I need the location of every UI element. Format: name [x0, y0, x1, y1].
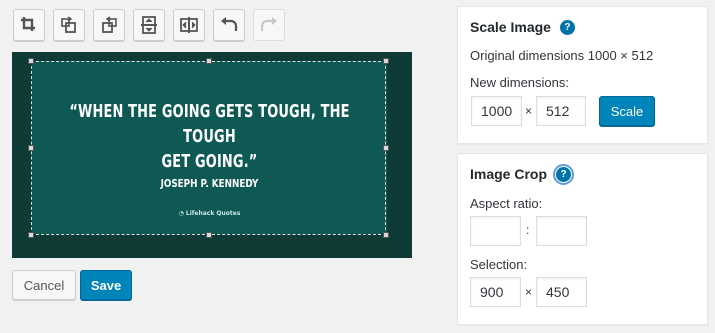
scale-height-input[interactable]: 512 [536, 96, 586, 126]
flip-horizontal-button[interactable] [173, 9, 205, 41]
selection-height-input[interactable]: 450 [536, 277, 587, 307]
scale-image-panel: Scale Image ? Original dimensions 1000 ×… [457, 6, 708, 144]
help-icon[interactable]: ? [559, 19, 575, 35]
quote-text: “WHEN THE GOING GETS TOUGH, THE TOUGH GE… [68, 99, 352, 174]
image-crop-panel: Image Crop ? Aspect ratio: : Selection: … [457, 153, 708, 325]
image-edit-toolbar [13, 9, 285, 41]
crop-button[interactable] [13, 9, 45, 41]
help-icon[interactable]: ? [553, 163, 575, 185]
image-crop-title: Image Crop [470, 166, 548, 182]
scale-image-heading: Scale Image ? [470, 19, 575, 35]
times-separator: × [525, 285, 533, 299]
quote-line-1: “WHEN THE GOING GETS TOUGH, THE TOUGH [69, 101, 350, 147]
quote-image: “WHEN THE GOING GETS TOUGH, THE TOUGH GE… [32, 61, 387, 234]
aspect-width-input[interactable] [470, 216, 521, 246]
brand-text: Lifehack Quotes [185, 210, 241, 217]
rotate-left-icon [61, 16, 76, 33]
brand-watermark: ◔ Lifehack Quotes [32, 210, 387, 217]
brand-logo-icon: ◔ [178, 210, 186, 217]
scale-button[interactable]: Scale [599, 96, 655, 126]
aspect-ratio-label: Aspect ratio: [470, 196, 543, 211]
quote-author: JOSEPH P. KENNEDY [160, 177, 259, 190]
selection-label: Selection: [470, 257, 528, 272]
scale-width-input[interactable]: 1000 [471, 96, 522, 126]
quote-line-2: GET GOING.” [161, 151, 258, 172]
new-dimensions-label: New dimensions: [470, 75, 569, 90]
flip-vertical-button[interactable] [133, 9, 165, 41]
crop-icon [21, 17, 35, 31]
scale-image-title: Scale Image [470, 19, 551, 35]
rotate-right-button[interactable] [93, 9, 125, 41]
aspect-separator: : [526, 223, 530, 237]
flip-vertical-icon [141, 16, 157, 34]
save-button[interactable]: Save [80, 270, 132, 300]
rotate-left-button[interactable] [53, 9, 85, 41]
redo-button[interactable] [253, 9, 285, 41]
original-dimensions: Original dimensions 1000 × 512 [470, 48, 654, 63]
flip-horizontal-icon [180, 17, 198, 33]
cancel-button[interactable]: Cancel [12, 270, 76, 300]
selection-width-input[interactable]: 900 [470, 277, 521, 307]
image-crop-heading: Image Crop ? [470, 163, 575, 185]
times-separator: × [525, 104, 533, 118]
redo-icon [260, 17, 277, 31]
undo-icon [221, 17, 238, 31]
image-preview[interactable]: “WHEN THE GOING GETS TOUGH, THE TOUGH GE… [12, 52, 412, 258]
rotate-right-icon [102, 16, 117, 33]
aspect-height-input[interactable] [536, 216, 587, 246]
undo-button[interactable] [213, 9, 245, 41]
